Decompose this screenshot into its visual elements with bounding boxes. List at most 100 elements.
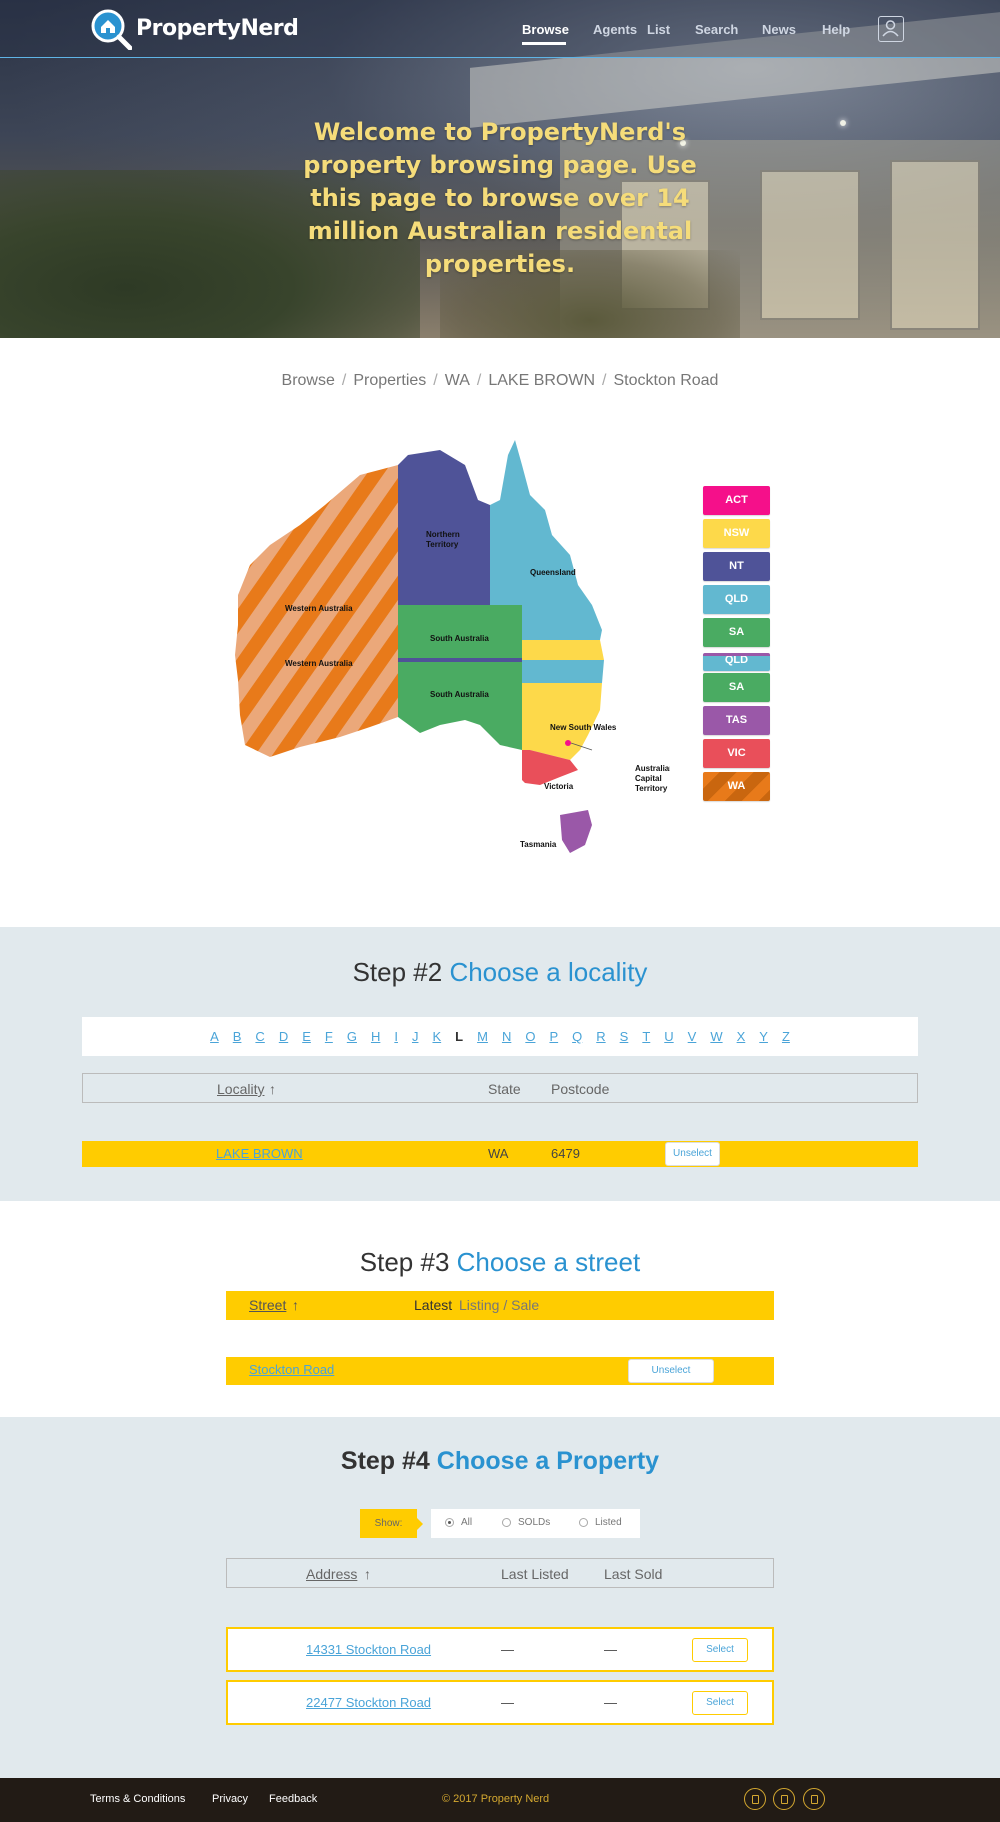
locality-state: WA xyxy=(488,1146,509,1161)
letter-w[interactable]: W xyxy=(710,1029,722,1044)
letter-h[interactable]: H xyxy=(371,1029,380,1044)
map-label-act: Capital xyxy=(635,774,662,783)
map-label-wa: Western Australia xyxy=(285,659,353,668)
map-region-sa-lower[interactable] xyxy=(398,662,522,750)
magnifier-house-icon xyxy=(90,8,133,51)
nav-help[interactable]: Help xyxy=(822,22,850,37)
legend-sa[interactable]: SA xyxy=(703,618,770,647)
breadcrumb-locality[interactable]: LAKE BROWN xyxy=(488,372,595,389)
col-last-sold: Last Sold xyxy=(604,1566,663,1582)
select-property-button[interactable]: Select xyxy=(692,1638,748,1662)
breadcrumb-browse[interactable]: Browse xyxy=(282,372,335,389)
letter-x[interactable]: X xyxy=(737,1029,746,1044)
step3-section: Step #3 Choose a street Street ↑ Latest … xyxy=(0,1201,1000,1417)
map-region-nt[interactable] xyxy=(398,450,490,605)
social-icon-3[interactable] xyxy=(803,1788,825,1810)
letter-t[interactable]: T xyxy=(642,1029,650,1044)
property-address-link[interactable]: 14331 Stockton Road xyxy=(306,1642,431,1657)
unselect-street-button[interactable]: Unselect xyxy=(628,1359,714,1383)
col-address[interactable]: Address xyxy=(306,1566,357,1582)
hero-banner: PropertyNerd Browse Agents List Search N… xyxy=(0,0,1000,338)
table-row: 22477 Stockton Road — — Select xyxy=(226,1680,774,1725)
letter-q[interactable]: Q xyxy=(572,1029,582,1044)
nav-list[interactable]: List xyxy=(647,22,670,37)
social-icon-1[interactable] xyxy=(744,1788,766,1810)
col-locality[interactable]: Locality xyxy=(217,1081,264,1097)
letter-y[interactable]: Y xyxy=(759,1029,768,1044)
letter-k[interactable]: K xyxy=(432,1029,441,1044)
letter-i[interactable]: I xyxy=(394,1029,398,1044)
legend-vic[interactable]: VIC xyxy=(703,739,770,768)
letter-e[interactable]: E xyxy=(302,1029,311,1044)
legend-wa[interactable]: WA xyxy=(703,772,770,801)
radio-all[interactable] xyxy=(445,1518,454,1527)
letter-l[interactable]: L xyxy=(455,1029,463,1044)
letter-v[interactable]: V xyxy=(688,1029,697,1044)
locality-link[interactable]: LAKE BROWN xyxy=(216,1146,303,1161)
legend-sa-2[interactable]: SA xyxy=(703,673,770,702)
filter-listed[interactable]: Listed xyxy=(579,1517,622,1528)
breadcrumb-properties[interactable]: Properties xyxy=(353,372,426,389)
footer-feedback-link[interactable]: Feedback xyxy=(269,1793,317,1805)
letter-z[interactable]: Z xyxy=(782,1029,790,1044)
nav-search[interactable]: Search xyxy=(695,22,738,37)
filter-all[interactable]: All xyxy=(445,1517,472,1528)
legend-act[interactable]: ACT xyxy=(703,486,770,515)
nav-browse[interactable]: Browse xyxy=(522,22,569,37)
letter-b[interactable]: B xyxy=(233,1029,242,1044)
locality-postcode: 6479 xyxy=(551,1146,580,1161)
user-account-icon[interactable] xyxy=(878,16,904,42)
letter-j[interactable]: J xyxy=(412,1029,419,1044)
radio-solds[interactable] xyxy=(502,1518,511,1527)
letter-n[interactable]: N xyxy=(502,1029,511,1044)
letter-m[interactable]: M xyxy=(477,1029,488,1044)
map-region-sa[interactable] xyxy=(398,605,522,658)
col-street[interactable]: Street xyxy=(249,1297,286,1313)
map-region-nsw-band[interactable] xyxy=(522,640,604,660)
property-address-link[interactable]: 22477 Stockton Road xyxy=(306,1695,431,1710)
breadcrumb-state[interactable]: WA xyxy=(445,372,470,389)
nav-active-indicator xyxy=(522,42,566,45)
letter-g[interactable]: G xyxy=(347,1029,357,1044)
map-label-tas: Tasmania xyxy=(520,840,557,849)
letter-u[interactable]: U xyxy=(664,1029,673,1044)
step2-section: Step #2 Choose a locality ABCDEFGHIJKLMN… xyxy=(0,927,1000,1201)
letter-s[interactable]: S xyxy=(620,1029,629,1044)
brand-logo[interactable]: PropertyNerd xyxy=(90,8,299,51)
filter-solds[interactable]: SOLDs xyxy=(502,1517,550,1528)
social-icon-2[interactable] xyxy=(773,1788,795,1810)
map-region-tas[interactable] xyxy=(560,810,592,853)
step4-prefix: Step #4 xyxy=(340,1447,430,1475)
legend-nsw[interactable]: NSW xyxy=(703,519,770,548)
legend-qld-overlap[interactable]: QLD xyxy=(703,653,770,671)
letter-r[interactable]: R xyxy=(596,1029,605,1044)
map-region-act[interactable] xyxy=(565,740,571,746)
hero-window xyxy=(760,170,860,320)
letter-f[interactable]: F xyxy=(325,1029,333,1044)
nav-agents[interactable]: Agents xyxy=(593,22,637,37)
legend-qld[interactable]: QLD xyxy=(703,585,770,614)
hero-light xyxy=(840,120,846,126)
legend-tas[interactable]: TAS xyxy=(703,706,770,735)
footer-copyright: © 2017 Property Nerd xyxy=(442,1793,550,1805)
footer-privacy-link[interactable]: Privacy xyxy=(212,1793,248,1805)
col-state: State xyxy=(488,1081,521,1097)
legend-nt[interactable]: NT xyxy=(703,552,770,581)
letter-d[interactable]: D xyxy=(279,1029,288,1044)
radio-listed[interactable] xyxy=(579,1518,588,1527)
sort-arrow-icon: ↑ xyxy=(292,1297,299,1313)
map-region-nsw[interactable] xyxy=(522,683,602,760)
hero-window xyxy=(890,160,980,330)
footer-terms-link[interactable]: Terms & Conditions xyxy=(90,1793,185,1805)
letter-a[interactable]: A xyxy=(210,1029,219,1044)
street-table-header: Street ↑ Latest Listing / Sale xyxy=(226,1291,774,1320)
letter-o[interactable]: O xyxy=(525,1029,535,1044)
unselect-locality-button[interactable]: Unselect xyxy=(665,1142,720,1166)
street-link[interactable]: Stockton Road xyxy=(249,1362,334,1377)
select-property-button[interactable]: Select xyxy=(692,1691,748,1715)
letter-c[interactable]: C xyxy=(255,1029,264,1044)
letter-p[interactable]: P xyxy=(549,1029,558,1044)
breadcrumb: Browse / Properties / WA / LAKE BROWN / Stockton… xyxy=(281,372,719,389)
nav-news[interactable]: News xyxy=(762,22,796,37)
map-region-qld-band[interactable] xyxy=(522,660,604,683)
